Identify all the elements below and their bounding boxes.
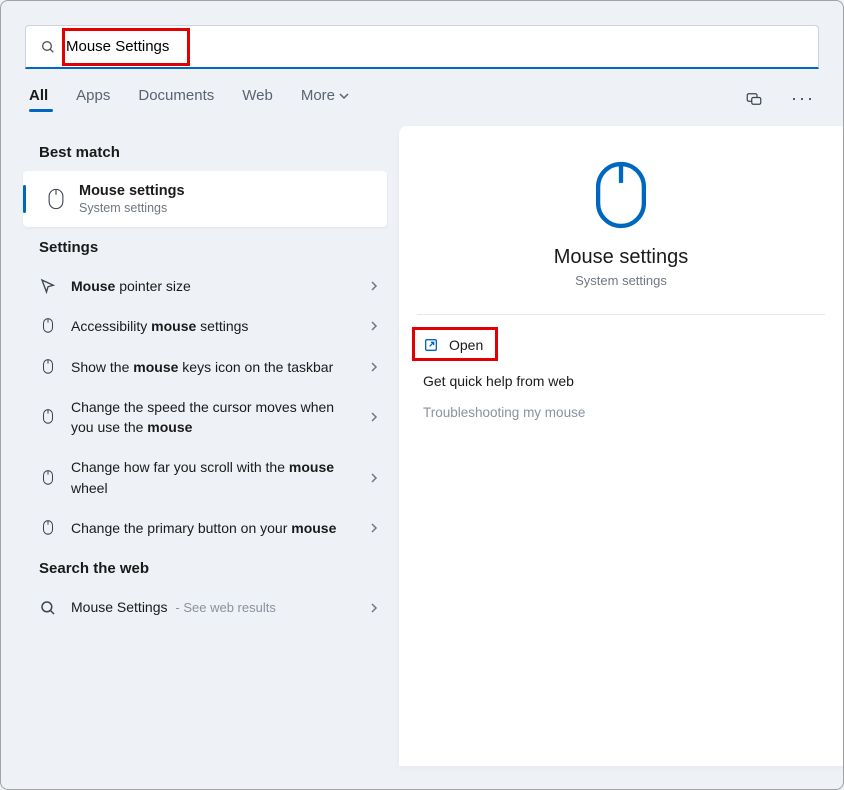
mouse-icon [39,519,57,537]
web-result-item[interactable]: Mouse Settings - See web results [1,587,391,628]
tab-web[interactable]: Web [242,87,273,110]
settings-item-text: Show the mouse keys icon on the taskbar [71,357,355,377]
tab-more[interactable]: More [301,87,349,110]
search-icon [40,39,56,55]
settings-item-text: Change the primary button on your mouse [71,518,355,538]
best-match-title: Mouse settings [79,183,185,199]
mouse-icon [39,358,57,376]
main-area: Best match Mouse settings System setting… [1,122,843,766]
mouse-icon [45,188,67,210]
chevron-right-icon [369,362,379,372]
settings-item[interactable]: Change how far you scroll with the mouse… [1,447,391,508]
tabs-row: All Apps Documents Web More ··· [1,69,843,122]
detail-subtitle: System settings [417,273,825,288]
mouse-icon [39,408,57,426]
open-label: Open [449,337,483,353]
settings-item-text: Accessibility mouse settings [71,316,355,336]
chat-icon[interactable] [745,90,763,108]
quick-help-header: Get quick help from web [417,361,825,395]
tab-apps[interactable]: Apps [76,87,110,110]
best-match-subtitle: System settings [79,201,185,215]
mouse-icon-large [593,160,649,230]
best-match-text: Mouse settings System settings [79,183,185,215]
section-search-web: Search the web [1,548,391,587]
open-action[interactable]: Open [417,329,825,361]
web-result-title: Mouse Settings [71,599,168,615]
settings-item[interactable]: Mouse pointer size [1,266,391,306]
chevron-right-icon [369,473,379,483]
search-icon [39,599,57,617]
results-column: Best match Mouse settings System setting… [1,122,391,766]
settings-item[interactable]: Accessibility mouse settings [1,306,391,346]
chevron-right-icon [369,321,379,331]
web-result-text: Mouse Settings - See web results [71,597,355,618]
settings-item[interactable]: Change the speed the cursor moves when y… [1,387,391,448]
section-settings: Settings [1,227,391,266]
detail-icon-wrap [417,160,825,230]
search-bar[interactable] [25,25,819,69]
tab-documents[interactable]: Documents [138,87,214,110]
settings-item-text: Change how far you scroll with the mouse… [71,457,355,498]
section-best-match: Best match [1,132,391,171]
chevron-right-icon [369,412,379,422]
search-input[interactable] [66,38,804,55]
chevron-down-icon [339,91,349,101]
troubleshoot-link[interactable]: Troubleshooting my mouse [417,395,825,430]
settings-item[interactable]: Show the mouse keys icon on the taskbar [1,347,391,387]
mouse-icon [39,469,57,487]
open-external-icon [423,337,439,353]
tab-all[interactable]: All [29,87,48,110]
detail-panel: Mouse settings System settings Open Get … [399,126,843,766]
mouse-icon [39,317,57,335]
settings-item-text: Mouse pointer size [71,276,355,296]
settings-item[interactable]: Change the primary button on your mouse [1,508,391,548]
chevron-right-icon [369,603,379,613]
web-result-suffix: - See web results [175,600,275,615]
best-match-item[interactable]: Mouse settings System settings [23,171,387,227]
detail-title: Mouse settings [417,246,825,269]
more-options-icon[interactable]: ··· [791,88,815,109]
chevron-right-icon [369,281,379,291]
settings-item-text: Change the speed the cursor moves when y… [71,397,355,438]
cursor-icon [39,277,57,295]
chevron-right-icon [369,523,379,533]
tab-more-label: More [301,87,335,104]
divider [417,314,825,315]
